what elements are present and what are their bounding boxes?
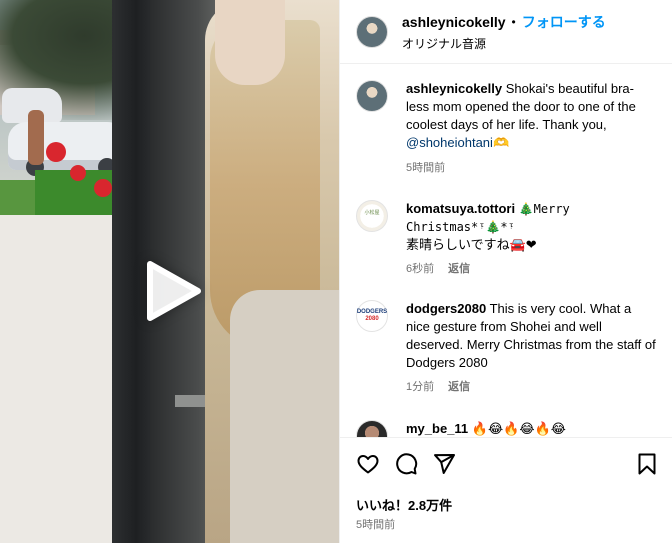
action-icons [356, 452, 456, 476]
caption-body: ashleynicokelly Shokai's beautiful bra-l… [406, 80, 656, 177]
comment-body: komatsuya.tottori 🎄Merry Christmas*ᵎ🎄*ᵎ 素晴… [406, 200, 570, 278]
avatar[interactable] [356, 15, 388, 48]
caption-meta: 5時間前 [406, 159, 656, 177]
comment-username[interactable]: my_be_11 [406, 421, 468, 436]
post-header: ashleynicokelly • フォローする オリジナル音源 [340, 0, 672, 64]
video-ornament [46, 142, 66, 162]
comment-text-block: dodgers2080 This is very cool. What a ni… [406, 300, 656, 372]
header-text: ashleynicokelly • フォローする オリジナル音源 [402, 12, 606, 52]
reply-button[interactable]: 返信 [448, 378, 470, 396]
username-link[interactable]: ashleynicokelly [402, 14, 506, 30]
avatar-label: DODGERS 2080 [357, 309, 387, 323]
post-side-panel: ashleynicokelly • フォローする オリジナル音源 ashleyn… [339, 0, 672, 543]
heart-icon[interactable] [356, 452, 380, 476]
caption-text-block: ashleynicokelly Shokai's beautiful bra-l… [406, 80, 656, 153]
separator: • [511, 14, 516, 29]
comment-body: my_be_11 🔥😂🔥😂🔥😂 [406, 420, 566, 437]
comment-time[interactable]: 6秒前 [406, 260, 434, 278]
likes-count[interactable]: いいね！2.8万件 [356, 495, 452, 514]
save-button[interactable] [636, 452, 658, 476]
post-viewer: ashleynicokelly • フォローする オリジナル音源 ashleyn… [0, 0, 672, 543]
header-line: ashleynicokelly • フォローする [402, 12, 606, 32]
comment-username[interactable]: komatsuya.tottori [406, 201, 515, 216]
comment-text: 素晴らしいですね🚘❤ [406, 237, 537, 252]
video-player[interactable] [0, 0, 339, 543]
comment-meta: 6秒前 返信 [406, 260, 570, 278]
video-lawn [0, 180, 40, 215]
comment-text: 🔥😂🔥😂🔥😂 [471, 422, 566, 437]
follow-button[interactable]: フォローする [522, 12, 606, 32]
reply-button[interactable]: 返信 [448, 260, 470, 278]
comment-text: Christmas*ᵎ🎄*ᵎ [406, 220, 515, 234]
comment-item: my_be_11 🔥😂🔥😂🔥😂 [356, 420, 656, 437]
comment-text: 🎄Merry [518, 202, 570, 216]
avatar-label-bottom: 2080 [365, 316, 379, 322]
comment-meta: 1分前 返信 [406, 378, 656, 396]
comment-text-block: komatsuya.tottori 🎄Merry Christmas*ᵎ🎄*ᵎ 素晴… [406, 200, 570, 254]
caption-emoji: 🫶 [492, 136, 510, 151]
comment-icon[interactable] [394, 452, 418, 476]
video-sweater [230, 290, 339, 543]
avatar[interactable]: 小松屋 [356, 200, 388, 232]
mention-link[interactable]: @shoheiohtani [406, 135, 493, 150]
video-face [215, 0, 285, 85]
video-ornament [70, 165, 86, 181]
avatar-label: 小松屋 [364, 210, 380, 216]
comment-time[interactable]: 1分前 [406, 378, 434, 396]
audio-link[interactable]: オリジナル音源 [402, 35, 606, 52]
comments-list[interactable]: ashleynicokelly Shokai's beautiful bra-l… [340, 64, 672, 437]
play-button[interactable] [140, 258, 206, 324]
post-time[interactable]: 5時間前 [356, 516, 395, 532]
caption-time[interactable]: 5時間前 [406, 159, 445, 177]
caption-username[interactable]: ashleynicokelly [406, 81, 502, 96]
avatar[interactable] [356, 420, 388, 437]
avatar-label-top: DODGERS [356, 309, 388, 315]
play-icon [147, 261, 201, 321]
avatar[interactable]: DODGERS 2080 [356, 300, 388, 332]
comment-username[interactable]: dodgers2080 [406, 301, 486, 316]
comment-item: DODGERS 2080 dodgers2080 This is very coo… [356, 300, 656, 396]
share-icon[interactable] [432, 452, 456, 476]
comment-body: dodgers2080 This is very cool. What a ni… [406, 300, 656, 396]
video-ornament [94, 179, 112, 197]
caption: ashleynicokelly Shokai's beautiful bra-l… [356, 80, 656, 177]
bookmark-icon[interactable] [636, 452, 658, 476]
video-person [28, 110, 44, 165]
comment-text-block: my_be_11 🔥😂🔥😂🔥😂 [406, 420, 566, 437]
comment-item: 小松屋 komatsuya.tottori 🎄Merry Christmas*ᵎ🎄… [356, 200, 656, 278]
avatar[interactable] [356, 80, 388, 112]
action-bar: いいね！2.8万件 5時間前 [340, 437, 672, 543]
